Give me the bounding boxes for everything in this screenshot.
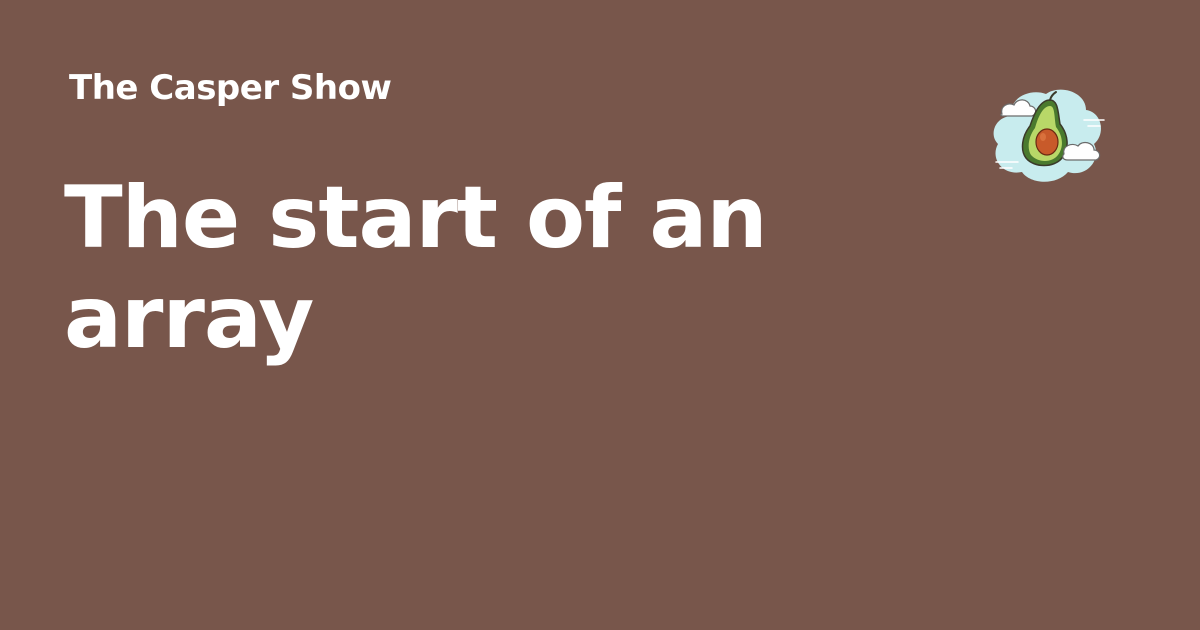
site-name[interactable]: The Casper Show xyxy=(69,68,392,108)
avocado-icon xyxy=(993,89,1105,182)
social-card: The Casper Show The start of an array xyxy=(0,0,1200,630)
post-title: The start of an array xyxy=(64,168,768,368)
